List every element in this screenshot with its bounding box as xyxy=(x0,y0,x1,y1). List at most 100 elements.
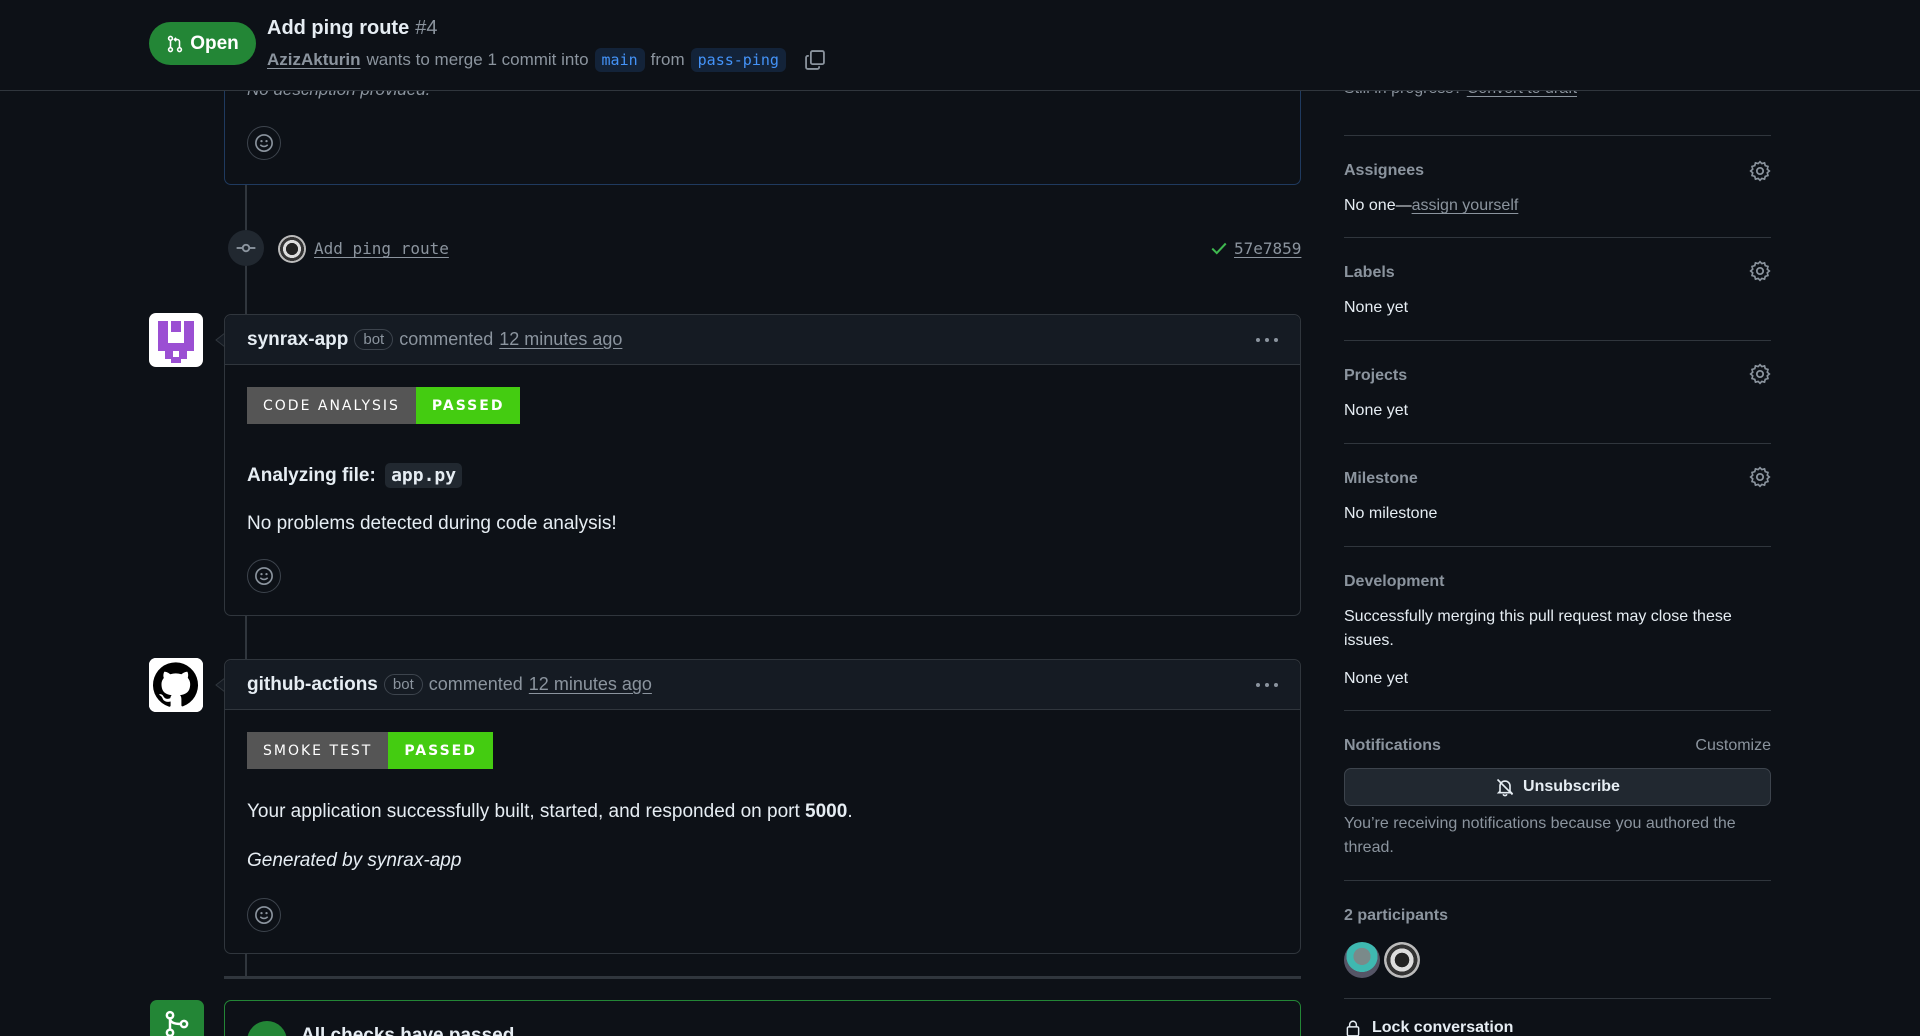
add-reaction-button[interactable] xyxy=(247,559,281,593)
pr-state-label: Open xyxy=(190,32,239,54)
head-branch[interactable]: pass-ping xyxy=(690,48,786,72)
development-title: Development xyxy=(1344,573,1445,590)
analysis-file: app.py xyxy=(385,463,463,488)
add-reaction-button[interactable] xyxy=(247,898,281,932)
projects-section: Projects None yet xyxy=(1344,340,1771,442)
smiley-icon xyxy=(255,134,273,152)
assign-yourself-link[interactable]: assign yourself xyxy=(1412,197,1519,214)
shield-label: SMOKE TEST xyxy=(247,732,389,769)
checks-status-icon xyxy=(247,1021,287,1036)
commit-icon xyxy=(228,230,264,266)
comment-timestamp-link[interactable]: 12 minutes ago xyxy=(499,329,622,350)
labels-section: Labels None yet xyxy=(1344,237,1771,339)
commit-row: Add ping route 57e7859 xyxy=(228,230,1301,268)
unsubscribe-button[interactable]: Unsubscribe xyxy=(1344,768,1771,806)
copy-branch-button[interactable] xyxy=(804,49,826,71)
development-desc: Successfully merging this pull request m… xyxy=(1344,608,1732,649)
comment-card-synrax: synrax-app bot commented 12 minutes ago … xyxy=(224,314,1301,616)
comment-action: commented xyxy=(428,674,523,694)
analysis-result: No problems detected during code analysi… xyxy=(247,513,617,534)
notifications-title: Notifications xyxy=(1344,737,1441,754)
git-pull-request-icon xyxy=(168,35,183,52)
participants-title: 2 participants xyxy=(1344,907,1449,924)
timeline-divider xyxy=(224,976,1301,979)
milestone-value: No milestone xyxy=(1344,505,1438,522)
comment-options-button[interactable] xyxy=(1256,682,1278,687)
commit-author-avatar[interactable] xyxy=(278,235,306,263)
generated-by-text: Generated by synrax-app xyxy=(247,850,462,871)
comment-header: synrax-app bot commented 12 minutes ago xyxy=(225,315,1300,365)
merge-icon xyxy=(150,1000,204,1036)
gear-icon[interactable] xyxy=(1749,260,1771,282)
bell-slash-icon xyxy=(1496,778,1514,797)
smoke-test-result: Your application successfully built, sta… xyxy=(247,801,853,823)
assignees-none: No one— xyxy=(1344,197,1412,214)
timeline-line xyxy=(245,616,247,660)
commit-sha-link[interactable]: 57e7859 xyxy=(1234,239,1301,258)
assignees-value: No one—assign yourself xyxy=(1344,194,1518,218)
comment-author-link[interactable]: synrax-app xyxy=(247,329,348,351)
checks-title: All checks have passed xyxy=(301,1025,515,1036)
lock-section: Lock conversation xyxy=(1344,998,1771,1036)
notifications-reason: You’re receiving notifications because y… xyxy=(1344,815,1736,856)
smoke-result-port: 5000 xyxy=(805,801,848,822)
copy-icon xyxy=(805,50,825,70)
smiley-icon xyxy=(255,567,273,585)
shield-status: PASSED xyxy=(388,732,493,769)
participant-avatar[interactable] xyxy=(1384,942,1420,978)
notifications-section: Notifications Customize Unsubscribe You’… xyxy=(1344,710,1771,880)
code-analysis-shield: CODE ANALYSIS PASSED xyxy=(247,387,521,424)
smiley-icon xyxy=(255,906,273,924)
analysis-heading: Analyzing file: app.py xyxy=(247,463,463,488)
gear-icon[interactable] xyxy=(1749,466,1771,488)
comment-card-github-actions: github-actions bot commented 12 minutes … xyxy=(224,659,1301,954)
comment-timestamp-link[interactable]: 12 minutes ago xyxy=(529,674,652,695)
checks-card: All checks have passed xyxy=(224,1000,1301,1036)
unsubscribe-label: Unsubscribe xyxy=(1523,778,1620,795)
synrax-app-avatar[interactable] xyxy=(149,313,203,367)
pr-meta: AzizAkturin wants to merge 1 commit into… xyxy=(267,48,826,72)
add-reaction-button[interactable] xyxy=(247,126,281,160)
projects-value: None yet xyxy=(1344,402,1409,419)
assignees-title: Assignees xyxy=(1344,162,1425,179)
pr-state-badge: Open xyxy=(149,22,256,65)
milestone-title: Milestone xyxy=(1344,470,1418,487)
smoke-test-shield: SMOKE TEST PASSED xyxy=(247,732,493,769)
pr-title: Add ping route #4 xyxy=(267,17,437,40)
comment-options-button[interactable] xyxy=(1256,337,1278,342)
assignees-section: Assignees No one—assign yourself xyxy=(1344,135,1771,237)
participant-avatar[interactable] xyxy=(1344,942,1380,978)
bot-badge: bot xyxy=(383,674,423,695)
pr-title-text: Add ping route xyxy=(267,17,410,39)
smoke-result-text: Your application successfully built, sta… xyxy=(247,801,800,822)
pr-from-text: from xyxy=(650,50,685,69)
lock-conversation-button[interactable]: Lock conversation xyxy=(1344,1019,1513,1036)
smoke-result-suffix: . xyxy=(847,801,853,822)
timeline-line xyxy=(245,954,247,976)
gear-icon[interactable] xyxy=(1749,160,1771,182)
gear-icon[interactable] xyxy=(1749,363,1771,385)
development-section: Development Successfully merging this pu… xyxy=(1344,546,1771,710)
shield-label: CODE ANALYSIS xyxy=(247,387,416,424)
projects-title: Projects xyxy=(1344,367,1408,384)
bot-badge: bot xyxy=(354,329,394,350)
comment-action: commented xyxy=(399,329,494,349)
development-value: None yet xyxy=(1344,670,1409,687)
labels-title: Labels xyxy=(1344,264,1395,281)
pr-author-link[interactable]: AzizAkturin xyxy=(267,50,361,70)
milestone-section: Milestone No milestone xyxy=(1344,443,1771,545)
commit-message-link[interactable]: Add ping route xyxy=(314,239,449,258)
comment-author-link[interactable]: github-actions xyxy=(247,674,378,696)
lock-icon xyxy=(1346,1020,1360,1036)
sticky-pr-header: Open Add ping route #4 AzizAkturin wants … xyxy=(0,0,1920,91)
analysis-heading-prefix: Analyzing file: xyxy=(247,465,376,486)
lock-conversation-label: Lock conversation xyxy=(1372,1019,1514,1036)
pr-number: #4 xyxy=(415,17,438,39)
github-actions-avatar[interactable] xyxy=(149,658,203,712)
comment-header: github-actions bot commented 12 minutes … xyxy=(225,660,1300,710)
shield-status: PASSED xyxy=(415,387,521,424)
base-branch[interactable]: main xyxy=(594,48,645,72)
check-icon xyxy=(1211,242,1227,255)
customize-link[interactable]: Customize xyxy=(1695,737,1771,755)
participants-section: 2 participants xyxy=(1344,880,1771,1000)
